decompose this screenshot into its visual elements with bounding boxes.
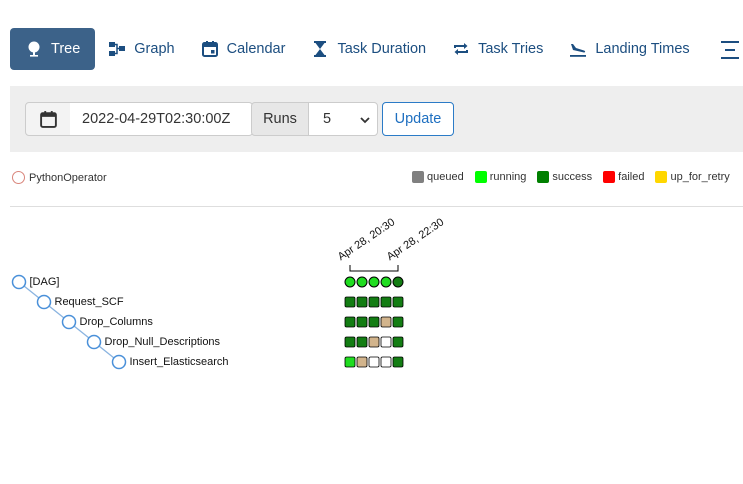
task-instance-square[interactable]: [344, 356, 356, 368]
task-instance-square[interactable]: [344, 296, 356, 308]
dag-run-status-circle[interactable]: [344, 276, 356, 288]
task-instance-square[interactable]: [356, 336, 368, 348]
tree-node[interactable]: [61, 314, 77, 330]
dag-run-status-circle[interactable]: [368, 276, 380, 288]
task-instance-square[interactable]: [392, 336, 404, 348]
task-label[interactable]: [DAG]: [30, 276, 60, 289]
task-instance-square[interactable]: [380, 336, 392, 348]
task-label[interactable]: Drop_Null_Descriptions: [105, 336, 221, 349]
tree-node[interactable]: [11, 274, 27, 290]
task-instance-square[interactable]: [368, 316, 380, 328]
run-date-bracket: [349, 265, 399, 272]
task-label[interactable]: Insert_Elasticsearch: [130, 356, 229, 369]
task-instance-square[interactable]: [392, 316, 404, 328]
tree-node[interactable]: [111, 354, 127, 370]
task-instance-square[interactable]: [344, 336, 356, 348]
dag-run-status-circle[interactable]: [380, 276, 392, 288]
task-instance-square[interactable]: [380, 316, 392, 328]
task-instance-square[interactable]: [368, 356, 380, 368]
tree-node[interactable]: [36, 294, 52, 310]
task-instance-square[interactable]: [356, 356, 368, 368]
dag-run-status-circle[interactable]: [392, 276, 404, 288]
task-instance-square[interactable]: [380, 356, 392, 368]
dag-run-status-circle[interactable]: [356, 276, 368, 288]
task-instance-square[interactable]: [344, 316, 356, 328]
tree-node[interactable]: [86, 334, 102, 350]
task-instance-square[interactable]: [368, 336, 380, 348]
task-label[interactable]: Request_SCF: [55, 296, 124, 309]
task-instance-square[interactable]: [380, 296, 392, 308]
task-instance-square[interactable]: [356, 316, 368, 328]
task-label[interactable]: Drop_Columns: [80, 316, 153, 329]
task-instance-square[interactable]: [392, 296, 404, 308]
task-instance-square[interactable]: [368, 296, 380, 308]
task-instance-square[interactable]: [392, 356, 404, 368]
task-instance-square[interactable]: [356, 296, 368, 308]
